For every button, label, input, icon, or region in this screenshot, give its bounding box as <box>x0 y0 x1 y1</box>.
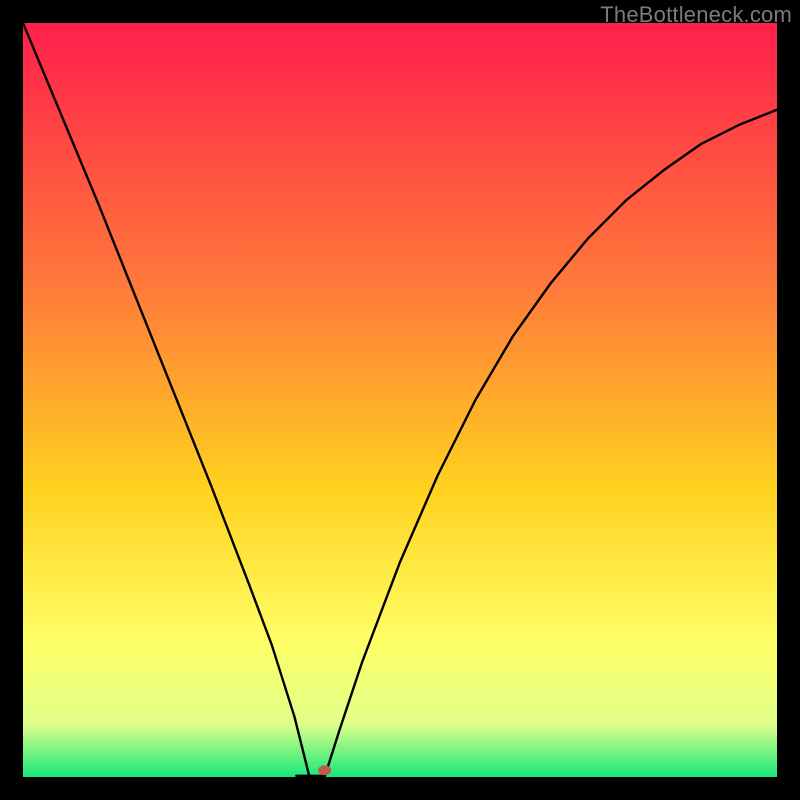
gradient-background <box>23 23 777 777</box>
chart-frame <box>23 23 777 777</box>
optimal-point-marker <box>318 765 331 775</box>
watermark-text: TheBottleneck.com <box>600 2 792 28</box>
bottleneck-chart <box>23 23 777 777</box>
